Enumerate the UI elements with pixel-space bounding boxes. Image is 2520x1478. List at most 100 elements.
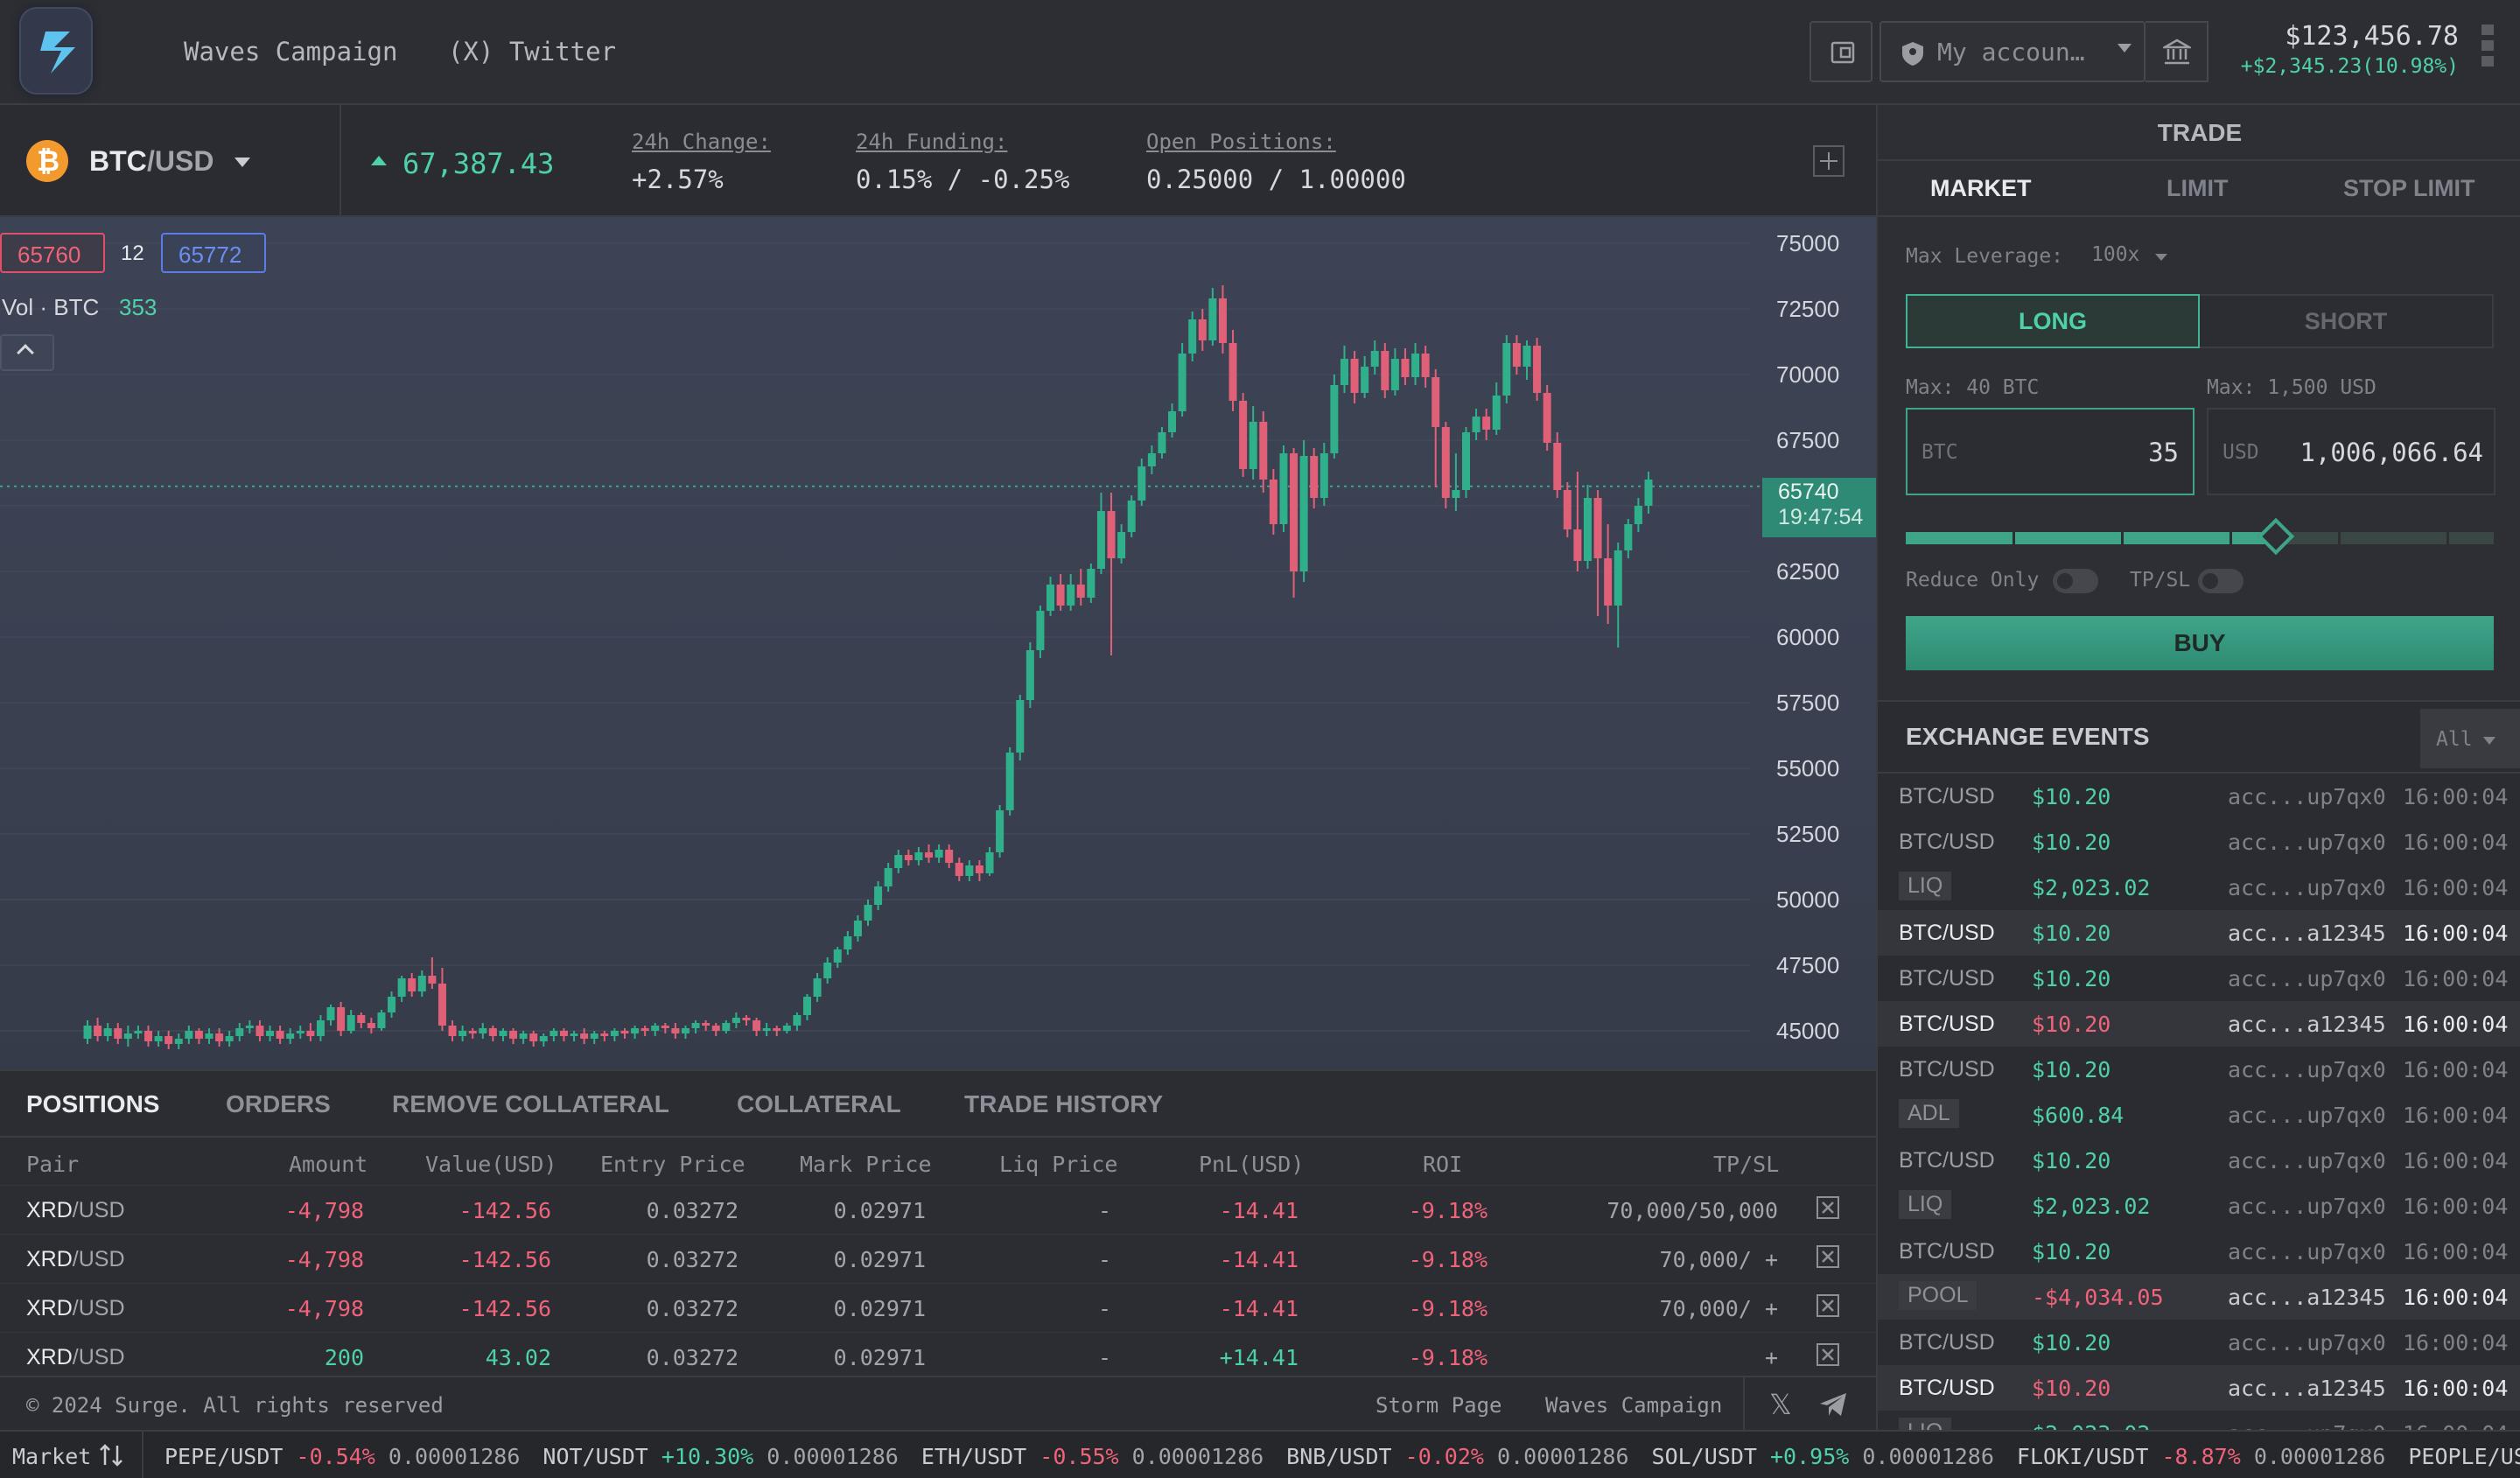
btc-amount-input[interactable]: BTC 35 xyxy=(1906,408,2194,495)
event-row[interactable]: POOL -$4,034.05 acc...a12345 16:00:04 xyxy=(1878,1274,2520,1320)
exchange-events-panel: EXCHANGE EVENTS All BTC/USD $10.20 acc...u… xyxy=(1876,700,2520,1430)
pair-quote: /USD xyxy=(72,1296,125,1320)
cell-liq: - xyxy=(1097,1296,1111,1321)
nav-link-twitter[interactable]: (X) Twitter xyxy=(448,37,616,67)
ticker-price: 0.00001286 xyxy=(1131,1444,1264,1469)
wallet-button[interactable] xyxy=(1810,21,1872,82)
candle-body xyxy=(1583,498,1592,561)
tab-market[interactable]: MARKET xyxy=(1930,175,2032,202)
events-filter[interactable]: All xyxy=(2420,709,2520,768)
event-row[interactable]: BTC/USD $10.20 acc...a12345 16:00:04 xyxy=(1878,1365,2520,1411)
event-row[interactable]: LIQ $2,023.02 acc...up7qx0 16:00:04 xyxy=(1878,1411,2520,1430)
ticker-pair: PEOPLE/USDT xyxy=(2408,1444,2520,1469)
cell-roi: -9.18% xyxy=(1408,1296,1488,1321)
short-button[interactable]: SHORT xyxy=(2200,294,2494,348)
event-row[interactable]: BTC/USD $10.20 acc...up7qx0 16:00:04 xyxy=(1878,1229,2520,1274)
candle xyxy=(448,1020,457,1041)
ticker-item[interactable]: SOL/USDT +0.95% 0.00001286 xyxy=(1652,1444,1994,1469)
event-row[interactable]: BTC/USD $10.20 acc...up7qx0 16:00:04 xyxy=(1878,956,2520,1001)
max-usd-label: Max: 1,500 USD xyxy=(2207,376,2376,399)
nav-link-waves-campaign[interactable]: Waves Campaign xyxy=(184,37,397,67)
candle-body xyxy=(1624,524,1633,550)
ticker-item[interactable]: NOT/USDT +10.30% 0.00001286 xyxy=(542,1444,898,1469)
price-chart[interactable]: 65760 12 65772 Vol · BTC 353 75000 72500 7… xyxy=(0,217,1876,1069)
long-button[interactable]: LONG xyxy=(1906,294,2200,348)
event-row[interactable]: BTC/USD $10.20 acc...up7qx0 16:00:04 xyxy=(1878,774,2520,819)
event-tag: POOL xyxy=(1899,1281,1978,1310)
y-tick-label: 67500 xyxy=(1776,427,1840,453)
candle-body xyxy=(985,852,994,873)
x-twitter-icon[interactable]: 𝕏 xyxy=(1769,1388,1792,1421)
event-row[interactable]: BTC/USD $10.20 acc...up7qx0 16:00:04 xyxy=(1878,1047,2520,1092)
candle xyxy=(773,1026,781,1036)
table-row[interactable]: XRD/USD -4,798 -142.56 0.03272 0.02971 - -14.4… xyxy=(0,1185,1876,1234)
tab-trade-history[interactable]: TRADE HISTORY xyxy=(964,1090,1163,1118)
ticker-item[interactable]: BNB/USDT -0.02% 0.00001286 xyxy=(1286,1444,1628,1469)
event-row[interactable]: LIQ $2,023.02 acc...up7qx0 16:00:04 xyxy=(1878,865,2520,910)
slider-thumb[interactable] xyxy=(2258,517,2295,556)
candle-body xyxy=(580,1033,589,1039)
account-dropdown[interactable]: My accoun… xyxy=(1880,21,2146,82)
usd-amount-input[interactable]: USD 1,006,066.64 xyxy=(2207,408,2496,495)
table-row[interactable]: XRD/USD -4,798 -142.56 0.03272 0.02971 - -14.4… xyxy=(0,1234,1876,1283)
ticker-price: 0.00001286 xyxy=(388,1444,521,1469)
caret-down-icon xyxy=(2118,44,2132,53)
close-position-icon[interactable] xyxy=(1816,1294,1839,1317)
event-account: acc...up7qx0 xyxy=(2228,1148,2386,1173)
amount-slider[interactable] xyxy=(1906,517,2494,556)
close-position-icon[interactable] xyxy=(1816,1343,1839,1366)
table-row[interactable]: XRD/USD 200 43.02 0.03272 0.02971 - +14.41 -9.1… xyxy=(0,1332,1876,1381)
event-account: acc...up7qx0 xyxy=(2228,1330,2386,1355)
ticker-item[interactable]: FLOKI/USDT -8.87% 0.00001286 xyxy=(2017,1444,2385,1469)
candle xyxy=(1249,406,1257,480)
footer-link-storm-page[interactable]: Storm Page xyxy=(1376,1393,1502,1418)
event-row[interactable]: BTC/USD $10.20 acc...a12345 16:00:04 xyxy=(1878,1001,2520,1047)
candle xyxy=(397,976,406,1002)
tab-stop-limit[interactable]: STOP LIMIT xyxy=(2343,175,2475,202)
cell-value: -142.56 xyxy=(458,1198,551,1223)
buy-button[interactable]: BUY xyxy=(1906,616,2494,670)
copyright: © 2024 Surge. All rights reserved xyxy=(26,1393,444,1418)
menu-bars-icon[interactable] xyxy=(2482,25,2494,79)
telegram-icon[interactable] xyxy=(1818,1391,1848,1418)
expand-button[interactable] xyxy=(1813,145,1844,177)
candle-body xyxy=(1411,354,1420,377)
col-header: TP/SL xyxy=(1713,1152,1780,1177)
tpsl-toggle[interactable] xyxy=(2198,569,2244,593)
footer-link-waves-campaign[interactable]: Waves Campaign xyxy=(1545,1393,1722,1418)
event-row[interactable]: LIQ $2,023.02 acc...up7qx0 16:00:04 xyxy=(1878,1183,2520,1229)
event-row[interactable]: BTC/USD $10.20 acc...up7qx0 16:00:04 xyxy=(1878,1138,2520,1183)
surge-logo-icon[interactable] xyxy=(19,7,93,95)
ticker-item[interactable]: PEOPLE/USDT -3.94% 0 xyxy=(2408,1444,2520,1469)
collapse-legend-button[interactable] xyxy=(0,334,54,371)
tab-orders[interactable]: ORDERS xyxy=(226,1090,331,1118)
event-row[interactable]: ADL $600.84 acc...up7qx0 16:00:04 xyxy=(1878,1092,2520,1138)
leverage-select[interactable]: 100x xyxy=(2091,243,2168,266)
candle xyxy=(711,1023,720,1036)
ticker-item[interactable]: ETH/USDT -0.55% 0.00001286 xyxy=(921,1444,1264,1469)
event-time: 16:00:04 xyxy=(2403,1421,2508,1430)
event-row[interactable]: BTC/USD $10.20 acc...up7qx0 16:00:04 xyxy=(1878,1320,2520,1365)
close-position-icon[interactable] xyxy=(1816,1245,1839,1268)
candle-body xyxy=(1290,453,1298,571)
ticker-price: 0.00001286 xyxy=(1497,1444,1629,1469)
event-row[interactable]: BTC/USD $10.20 acc...up7qx0 16:00:04 xyxy=(1878,819,2520,865)
reduce-only-toggle[interactable] xyxy=(2053,569,2098,593)
slider-fill xyxy=(1906,532,2277,544)
candle-body xyxy=(1482,417,1491,430)
candle-body xyxy=(884,868,892,886)
candle-body xyxy=(894,855,903,868)
tab-positions[interactable]: POSITIONS xyxy=(26,1090,159,1118)
tab-collateral[interactable]: COLLATERAL xyxy=(737,1090,901,1118)
bank-button[interactable] xyxy=(2146,21,2208,82)
candlestick-chart[interactable] xyxy=(0,217,1876,1069)
sort-arrows-icon[interactable] xyxy=(98,1442,124,1468)
close-position-icon[interactable] xyxy=(1816,1196,1839,1219)
candle-body xyxy=(965,865,974,876)
tab-limit[interactable]: LIMIT xyxy=(2166,175,2228,202)
pair-selector[interactable]: ₿ BTC /USD xyxy=(0,105,341,217)
event-row[interactable]: BTC/USD $10.20 acc...a12345 16:00:04 xyxy=(1878,910,2520,956)
table-row[interactable]: XRD/USD -4,798 -142.56 0.03272 0.02971 - -14.4… xyxy=(0,1283,1876,1332)
ticker-item[interactable]: PEPE/USDT -0.54% 0.00001286 xyxy=(164,1444,520,1469)
tab-remove-collateral[interactable]: REMOVE COLLATERAL xyxy=(392,1090,669,1118)
